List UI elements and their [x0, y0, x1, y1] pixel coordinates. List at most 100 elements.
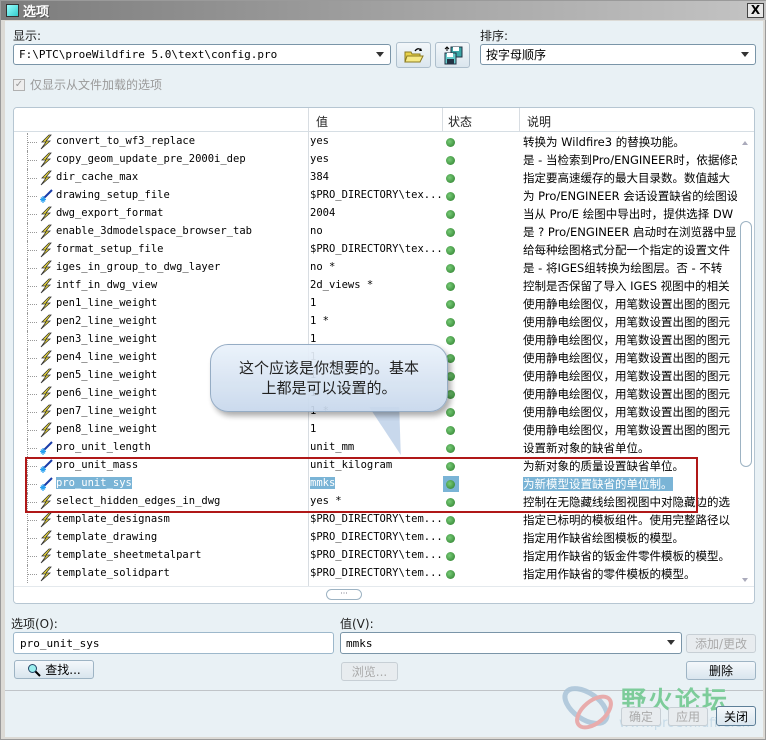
column-header-value[interactable]: 值 — [316, 113, 328, 130]
table-row[interactable]: pen2_line_weight 1 * 使用静电绘图仪，用笔数设置出图的图元 — [14, 313, 738, 331]
spark-wand-icon — [38, 188, 54, 204]
display-file-path: F:\PTC\proeWildfire 5.0\text\config.pro — [19, 48, 278, 61]
table-row[interactable]: iges_in_group_to_dwg_layer no * 是 - 将IGES组… — [14, 259, 738, 277]
ok-button[interactable]: 确定 — [621, 707, 661, 726]
tree-branch — [28, 268, 37, 269]
tree-branch — [28, 520, 37, 521]
option-value: $PRO_DIRECTORY\tem... — [310, 531, 443, 543]
apply-button[interactable]: 应用 — [668, 707, 708, 726]
tree-branch — [28, 376, 37, 377]
table-row[interactable]: template_sheetmetalpart $PRO_DIRECTORY\te… — [14, 547, 738, 565]
status-ok-icon — [446, 408, 455, 417]
table-row[interactable]: intf_in_dwg_view 2d_views * 控制是否保留了导入 IGES… — [14, 277, 738, 295]
option-name: pen2_line_weight — [56, 315, 158, 327]
option-description: 指定用作缺省的钣金件零件模板的模型。 — [523, 549, 730, 563]
option-name: template_designasm — [56, 513, 170, 525]
status-ok-icon — [446, 246, 455, 255]
save-copy-icon — [444, 46, 462, 65]
option-name: pen3_line_weight — [56, 333, 158, 345]
option-input-value: pro_unit_sys — [20, 636, 100, 650]
loaded-only-checkbox[interactable]: ✓ 仅显示从文件加载的选项 — [13, 76, 162, 93]
option-value: 2004 — [310, 207, 336, 219]
status-ok-icon — [446, 264, 455, 273]
option-description: 是 - 将IGES组转换为绘图层。否 - 不转 — [523, 261, 723, 275]
open-file-button[interactable] — [396, 42, 431, 68]
option-value: $PRO_DIRECTORY\tem... — [310, 567, 443, 579]
option-name: template_drawing — [56, 531, 158, 543]
find-button[interactable]: 查找... — [14, 660, 94, 679]
table-row[interactable]: pro_unit_length unit_mm 设置新对象的缺省单位。 — [14, 439, 738, 457]
status-ok-icon — [446, 138, 455, 147]
table-row[interactable]: copy_geom_update_pre_2000i_dep yes 是 - 当检索… — [14, 151, 738, 169]
scroll-up-icon[interactable] — [742, 141, 748, 145]
status-ok-icon — [446, 570, 455, 579]
column-divider[interactable] — [519, 108, 520, 132]
scroll-down-icon[interactable] — [742, 578, 748, 582]
option-description: 控制是否保留了导入 IGES 视图中的相关 — [523, 279, 730, 293]
option-input[interactable]: pro_unit_sys — [13, 632, 334, 654]
table-row[interactable]: pen1_line_weight 1 使用静电绘图仪，用笔数设置出图的图元 — [14, 295, 738, 313]
status-ok-icon — [446, 552, 455, 561]
spark-wand-icon — [38, 440, 54, 456]
column-divider[interactable] — [442, 108, 443, 132]
vertical-scroll-thumb[interactable] — [740, 221, 752, 467]
horizontal-scroll-thumb[interactable]: ··· — [326, 589, 362, 600]
status-ok-icon — [446, 228, 455, 237]
table-row[interactable]: format_setup_file $PRO_DIRECTORY\tex... 给每… — [14, 241, 738, 259]
option-description: 使用静电绘图仪，用笔数设置出图的图元 — [523, 405, 730, 419]
save-copy-button[interactable] — [435, 42, 470, 68]
display-label: 显示: — [13, 29, 42, 43]
table-row[interactable]: template_designasm $PRO_DIRECTORY\tem... 指… — [14, 511, 738, 529]
option-description: 使用静电绘图仪，用笔数设置出图的图元 — [523, 297, 730, 311]
option-value: yes — [310, 153, 329, 165]
highlight-box — [25, 457, 698, 513]
option-name: pen6_line_weight — [56, 387, 158, 399]
option-description: 给每种绘图格式分配一个指定的设置文件 — [523, 243, 730, 257]
loaded-only-label: 仅显示从文件加载的选项 — [30, 78, 163, 92]
add-change-button[interactable]: 添加/更改 — [686, 634, 756, 653]
option-description: 使用静电绘图仪，用笔数设置出图的图元 — [523, 315, 730, 329]
vertical-scrollbar[interactable] — [737, 133, 754, 588]
option-value: 1 — [310, 423, 317, 435]
option-value: 1 — [310, 297, 317, 309]
chevron-down-icon — [667, 640, 675, 645]
option-name: template_sheetmetalpart — [56, 549, 202, 561]
option-name: pro_unit_length — [56, 441, 151, 453]
option-name: pen5_line_weight — [56, 369, 158, 381]
callout-line-1: 这个应该是你想要的。基本 — [238, 359, 419, 377]
option-description: 是 - 当检索到Pro/ENGINEER时，依据修改 — [523, 153, 738, 167]
title-bar: 选项 X — [1, 1, 766, 20]
display-file-select[interactable]: F:\PTC\proeWildfire 5.0\text\config.pro — [13, 44, 391, 65]
table-row[interactable]: template_solidpart $PRO_DIRECTORY\tem... 指… — [14, 565, 738, 583]
table-row[interactable]: drawing_setup_file $PRO_DIRECTORY\tex... 为… — [14, 187, 738, 205]
option-value: no — [310, 225, 323, 237]
tree-branch — [28, 394, 37, 395]
column-header-status[interactable]: 状态 — [448, 113, 472, 130]
lightning-icon — [38, 512, 54, 528]
lightning-icon — [38, 260, 54, 276]
tree-branch — [28, 358, 37, 359]
browse-button[interactable]: 浏览... — [341, 662, 398, 681]
horizontal-scrollbar[interactable]: ··· — [14, 586, 754, 603]
sort-select[interactable]: 按字母顺序 — [480, 44, 756, 65]
tree-branch — [28, 160, 37, 161]
option-name: template_solidpart — [56, 567, 170, 579]
chevron-down-icon — [741, 52, 749, 57]
lightning-icon — [38, 368, 54, 384]
column-header-description[interactable]: 说明 — [527, 113, 551, 130]
close-window-button[interactable]: X — [747, 3, 764, 18]
table-row[interactable]: enable_3dmodelspace_browser_tab no 是 ? Pro… — [14, 223, 738, 241]
lightning-icon — [38, 350, 54, 366]
table-row[interactable]: dir_cache_max 384 指定要高速缓存的最大目录数。数值越大 — [14, 169, 738, 187]
table-row[interactable]: convert_to_wf3_replace yes 转换为 Wildfire3 的… — [14, 133, 738, 151]
tree-branch — [28, 178, 37, 179]
tree-branch — [28, 430, 37, 431]
value-select[interactable]: mmks — [340, 632, 682, 654]
table-row[interactable]: template_drawing $PRO_DIRECTORY\tem... 指定用… — [14, 529, 738, 547]
option-description: 设置新对象的缺省单位。 — [523, 441, 650, 455]
lightning-icon — [38, 134, 54, 150]
option-description: 使用静电绘图仪，用笔数设置出图的图元 — [523, 351, 730, 365]
close-button[interactable]: 关闭 — [716, 706, 756, 726]
table-row[interactable]: dwg_export_format 2004 当从 Pro/E 绘图中导出时，提供选… — [14, 205, 738, 223]
table-header: 值 状态 说明 — [14, 108, 754, 132]
